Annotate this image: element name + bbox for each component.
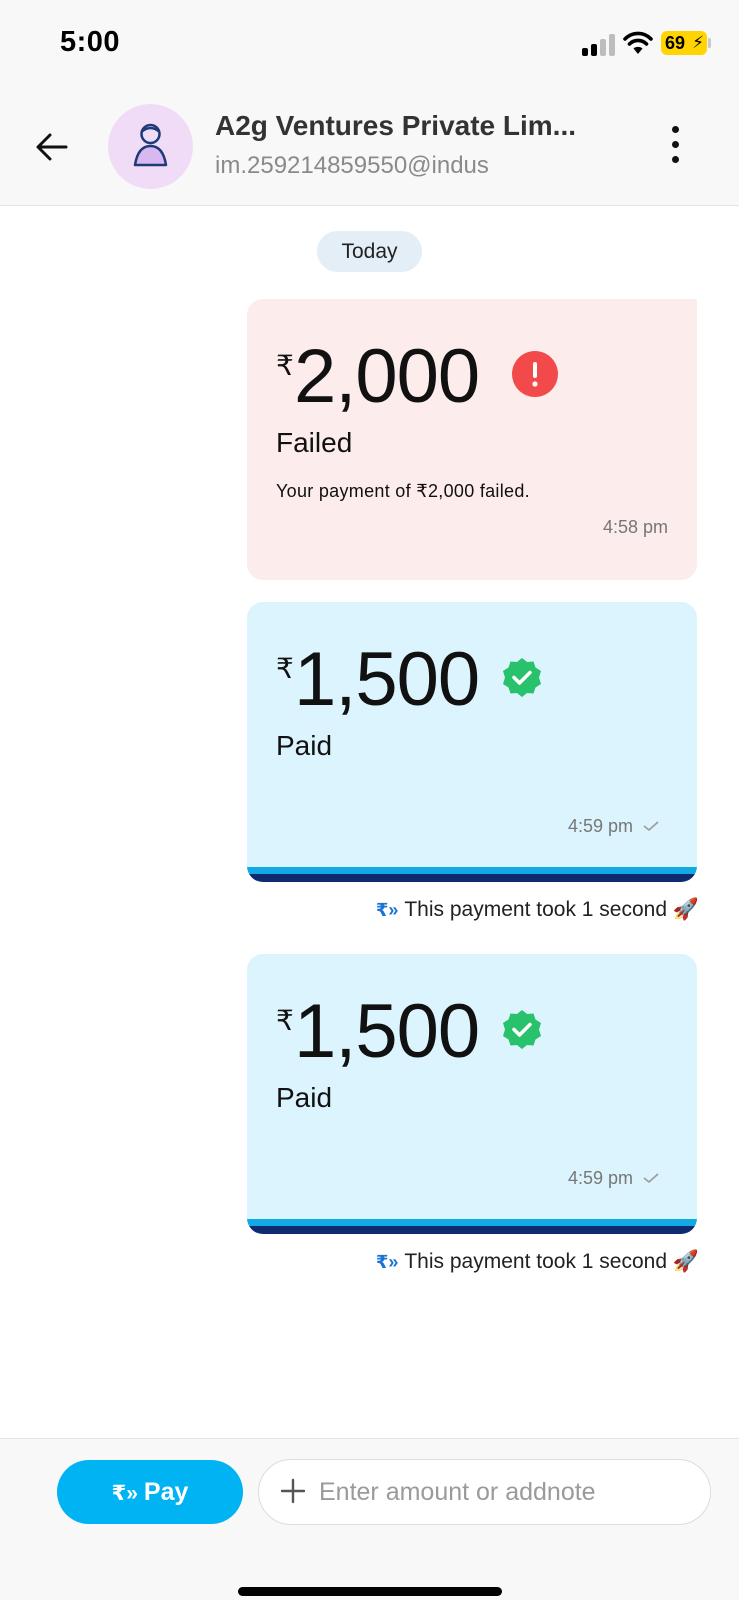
- payment-status: Paid: [276, 1082, 333, 1113]
- charging-bolt-icon: ⚡: [692, 33, 704, 52]
- payment-amount: 1,500: [294, 989, 480, 1074]
- status-time: 5:00: [60, 26, 121, 58]
- upi-lite-icon: ₹»: [111, 1482, 138, 1505]
- currency-symbol: ₹: [276, 350, 294, 381]
- error-icon: [512, 351, 558, 397]
- wifi-icon: [623, 31, 653, 54]
- currency-symbol: ₹: [276, 653, 294, 684]
- home-indicator[interactable]: [238, 1587, 502, 1596]
- payment-card-failed[interactable]: ₹ 2,000 Failed Your payment of ₹2,000 fa…: [247, 299, 697, 580]
- input-placeholder: Enter amount or addnote: [319, 1478, 596, 1506]
- amount-note-input[interactable]: Enter amount or addnote: [258, 1459, 711, 1525]
- payment-status: Paid: [276, 730, 333, 761]
- speed-note-text: This payment took 1 second 🚀: [404, 898, 699, 921]
- currency-symbol: ₹: [276, 1005, 294, 1036]
- person-icon: [133, 123, 168, 167]
- payment-status: Failed: [276, 427, 353, 458]
- battery-indicator: 69 ⚡: [661, 31, 707, 55]
- pay-button[interactable]: ₹» Pay: [57, 1460, 243, 1524]
- payment-card-paid[interactable]: ₹ 1,500 Paid 4:59 pm: [247, 602, 697, 882]
- payment-speed-note: ₹» This payment took 1 second 🚀: [376, 1250, 699, 1274]
- cellular-signal-icon: [582, 34, 618, 56]
- battery-tip: [708, 38, 711, 48]
- more-options-icon[interactable]: [672, 126, 679, 166]
- composer-bar: ₹» Pay Enter amount or addnote: [0, 1438, 739, 1600]
- payment-time: 4:58 pm: [602, 517, 668, 537]
- payment-amount: 2,000: [294, 334, 480, 419]
- card-accent-bar: [247, 1219, 697, 1226]
- status-bar: 5:00 69 ⚡: [0, 0, 739, 90]
- card-accent-bar: [247, 867, 697, 874]
- upi-lite-icon: ₹»: [375, 900, 399, 920]
- verified-check-icon: [503, 658, 541, 697]
- date-separator: Today: [317, 231, 422, 272]
- speed-note-text: This payment took 1 second 🚀: [404, 1250, 699, 1273]
- payment-speed-note: ₹» This payment took 1 second 🚀: [376, 898, 699, 922]
- avatar[interactable]: [108, 104, 193, 189]
- battery-level: 69: [665, 33, 686, 53]
- payment-time: 4:59 pm: [567, 1168, 633, 1188]
- contact-name[interactable]: A2g Ventures Private Lim...: [215, 110, 635, 142]
- contact-upi-id: im.259214859550@indus: [215, 152, 489, 179]
- delivered-tick-icon: [643, 821, 659, 832]
- upi-lite-icon: ₹»: [375, 1252, 399, 1272]
- payment-time: 4:59 pm: [567, 816, 633, 836]
- back-arrow-icon[interactable]: [30, 124, 76, 170]
- pay-button-label: Pay: [143, 1478, 189, 1506]
- chat-header: A2g Ventures Private Lim... im.259214859…: [0, 90, 739, 206]
- payment-amount: 1,500: [294, 637, 480, 722]
- card-accent-bar: [247, 874, 697, 882]
- verified-check-icon: [503, 1010, 541, 1049]
- card-accent-bar: [247, 1226, 697, 1234]
- plus-icon[interactable]: [278, 1476, 308, 1506]
- payment-description: Your payment of ₹2,000 failed.: [276, 481, 530, 501]
- delivered-tick-icon: [643, 1173, 659, 1184]
- payment-card-paid[interactable]: ₹ 1,500 Paid 4:59 pm: [247, 954, 697, 1234]
